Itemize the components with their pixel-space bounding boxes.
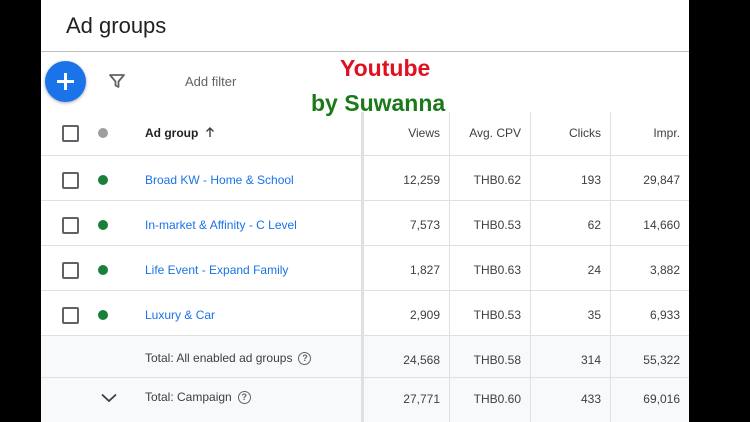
column-divider <box>530 112 531 422</box>
totals-row-campaign: Total: Campaign? 27,771 THB0.60 433 69,0… <box>41 377 689 422</box>
select-all-checkbox[interactable] <box>62 125 79 142</box>
page-title: Ad groups <box>66 13 167 38</box>
totals-row-enabled: Total: All enabled ad groups? 24,568 THB… <box>41 335 689 381</box>
add-filter-button[interactable]: Add filter <box>185 74 236 89</box>
avg-cpv-cell: THB0.62 <box>473 173 521 187</box>
clicks-cell: 193 <box>580 173 601 187</box>
watermark-line1: Youtube <box>340 55 431 81</box>
views-cell: 7,573 <box>409 218 440 232</box>
row-checkbox[interactable] <box>62 307 79 324</box>
impr-cell: 3,882 <box>649 263 680 277</box>
ad-group-link[interactable]: Life Event - Expand Family <box>145 263 288 277</box>
column-divider <box>610 112 611 422</box>
column-divider <box>449 112 450 422</box>
impr-cell: 29,847 <box>643 173 680 187</box>
frozen-column-divider[interactable] <box>361 112 364 422</box>
ad-group-link[interactable]: In-market & Affinity - C Level <box>145 218 297 232</box>
filter-icon[interactable] <box>109 73 125 89</box>
views-cell: 27,771 <box>403 392 440 406</box>
totals-label-text: Total: Campaign <box>145 390 232 404</box>
status-enabled-dot <box>98 220 108 230</box>
ad-groups-panel: Ad groups Add filter Youtube by Suwanna … <box>41 0 689 422</box>
clicks-cell: 35 <box>587 308 601 322</box>
avg-cpv-cell: THB0.58 <box>473 353 521 367</box>
column-header-clicks[interactable]: Clicks <box>531 126 601 140</box>
views-cell: 12,259 <box>403 173 440 187</box>
status-enabled-dot <box>98 175 108 185</box>
row-checkbox[interactable] <box>62 217 79 234</box>
sort-arrow-up-icon <box>205 127 214 137</box>
clicks-cell: 62 <box>587 218 601 232</box>
table-row[interactable]: Luxury & Car 2,909 THB0.53 35 6,933 <box>41 290 689 336</box>
row-checkbox[interactable] <box>62 262 79 279</box>
avg-cpv-cell: THB0.53 <box>473 218 521 232</box>
status-enabled-dot <box>98 310 108 320</box>
avg-cpv-cell: THB0.63 <box>473 263 521 277</box>
impr-cell: 6,933 <box>649 308 680 322</box>
chevron-down-icon[interactable] <box>101 393 117 403</box>
avg-cpv-cell: THB0.60 <box>473 392 521 406</box>
title-divider <box>41 51 689 52</box>
views-cell: 1,827 <box>409 263 440 277</box>
column-header-impr[interactable]: Impr. <box>611 126 680 140</box>
status-enabled-dot <box>98 265 108 275</box>
clicks-cell: 314 <box>580 353 601 367</box>
column-header-ad-group-label: Ad group <box>145 126 199 140</box>
table-row[interactable]: In-market & Affinity - C Level 7,573 THB… <box>41 200 689 246</box>
ad-group-link[interactable]: Luxury & Car <box>145 308 215 322</box>
add-button[interactable] <box>45 61 86 102</box>
column-header-views[interactable]: Views <box>365 126 440 140</box>
table-header-row: Ad group Views Avg. CPV Clicks Impr. <box>41 112 689 155</box>
avg-cpv-cell: THB0.53 <box>473 308 521 322</box>
column-header-avg-cpv[interactable]: Avg. CPV <box>450 126 521 140</box>
help-icon[interactable]: ? <box>237 391 251 405</box>
totals-label-text: Total: All enabled ad groups <box>145 351 293 365</box>
row-checkbox[interactable] <box>62 172 79 189</box>
help-icon[interactable]: ? <box>298 352 312 366</box>
status-header-dot <box>98 128 108 138</box>
totals-label: Total: All enabled ad groups? <box>145 351 312 366</box>
impr-cell: 14,660 <box>643 218 680 232</box>
column-header-ad-group[interactable]: Ad group <box>145 126 215 140</box>
table-row[interactable]: Broad KW - Home & School 12,259 THB0.62 … <box>41 155 689 201</box>
clicks-cell: 24 <box>587 263 601 277</box>
ad-group-link[interactable]: Broad KW - Home & School <box>145 173 294 187</box>
table-row[interactable]: Life Event - Expand Family 1,827 THB0.63… <box>41 245 689 291</box>
views-cell: 2,909 <box>409 308 440 322</box>
totals-label: Total: Campaign? <box>145 390 251 405</box>
clicks-cell: 433 <box>580 392 601 406</box>
impr-cell: 55,322 <box>643 353 680 367</box>
impr-cell: 69,016 <box>643 392 680 406</box>
views-cell: 24,568 <box>403 353 440 367</box>
